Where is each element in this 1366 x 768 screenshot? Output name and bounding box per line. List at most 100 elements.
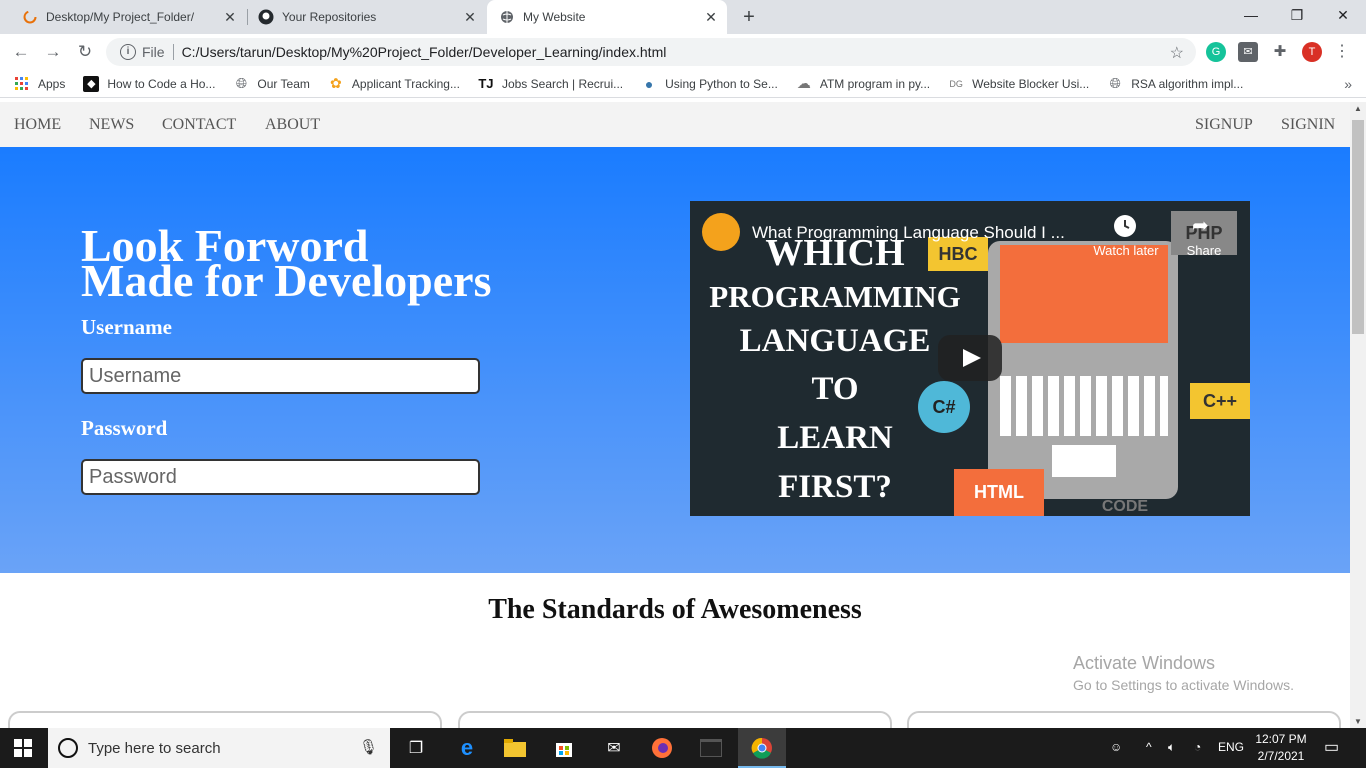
laptop-screen-illustration xyxy=(1000,245,1168,343)
window-close-icon[interactable]: ✕ xyxy=(1320,0,1366,32)
username-input[interactable] xyxy=(81,358,480,394)
browser-toolbar: ← → ↻ i File C:/Users/tarun/Desktop/My%2… xyxy=(0,34,1366,70)
nav-about[interactable]: ABOUT xyxy=(265,116,320,134)
bookmark-atm-program[interactable]: ☁ ATM program in py... xyxy=(796,75,930,92)
scrollbar-thumb[interactable] xyxy=(1352,120,1364,334)
share-label[interactable]: Share xyxy=(1176,243,1232,258)
watch-later-label[interactable]: Watch later xyxy=(1086,243,1166,258)
username-label: Username xyxy=(81,315,172,339)
apps-grid-icon xyxy=(14,76,30,92)
bookmarks-overflow-icon[interactable]: » xyxy=(1344,76,1352,92)
bookmarks-bar: Apps ◆ How to Code a Ho... 🌐︎ Our Team ✿ Ap… xyxy=(0,70,1366,98)
bookmark-label: Apps xyxy=(38,76,66,91)
tab-close-icon[interactable]: ✕ xyxy=(222,9,238,25)
tag-code: CODE xyxy=(1101,498,1149,515)
tab-project-folder[interactable]: Desktop/My Project_Folder/ ✕ xyxy=(0,0,246,34)
chrome-taskbar-active[interactable] xyxy=(738,728,786,768)
video-title[interactable]: What Programming Language Should I ... xyxy=(752,223,1065,243)
channel-avatar[interactable] xyxy=(702,213,740,251)
task-view-icon[interactable]: ❐ xyxy=(402,734,430,762)
bookmark-label: Applicant Tracking... xyxy=(351,76,460,91)
password-label: Password xyxy=(81,416,168,440)
cortana-circle-icon xyxy=(58,738,78,758)
info-icon[interactable]: i xyxy=(120,44,136,60)
edge-browser-icon[interactable]: e xyxy=(453,734,481,762)
site-navbar: HOME NEWS CONTACT ABOUT SIGNUP SIGNIN xyxy=(0,102,1350,147)
windows-taskbar: Type here to search 🎙︎ ❐ e ✉ ☺ ^ 🔈︎ ◔ EN… xyxy=(0,728,1366,768)
file-explorer-icon[interactable] xyxy=(501,734,529,762)
tab-close-icon[interactable]: ✕ xyxy=(462,9,478,25)
bookmark-jobs-search[interactable]: TJ Jobs Search | Recrui... xyxy=(478,76,623,92)
activate-windows-title: Activate Windows xyxy=(1073,653,1216,673)
extension-screenshot-icon[interactable]: ✉ xyxy=(1238,42,1258,62)
scroll-down-arrow-icon[interactable]: ▼ xyxy=(1354,717,1362,726)
new-tab-plus-icon[interactable]: + xyxy=(738,6,760,28)
bookmark-website-blocker[interactable]: DG Website Blocker Usi... xyxy=(948,76,1089,92)
address-bar[interactable]: i File C:/Users/tarun/Desktop/My%20Proje… xyxy=(106,38,1196,66)
taskbar-search-box[interactable]: Type here to search 🎙︎ xyxy=(48,728,390,768)
scroll-up-arrow-icon[interactable]: ▲ xyxy=(1354,104,1362,113)
firefox-icon[interactable] xyxy=(648,734,676,762)
nav-home[interactable]: HOME xyxy=(14,116,61,134)
language-indicator[interactable]: ENG xyxy=(1218,740,1244,754)
thumb-line-learn: LEARN xyxy=(777,420,893,456)
forward-arrow-icon[interactable]: → xyxy=(41,40,65,64)
hero-section: Look Forword Made for Developers Usernam… xyxy=(0,147,1350,573)
microphone-icon[interactable]: 🎙︎ xyxy=(359,738,378,756)
bookmark-rsa-algorithm[interactable]: 🌐︎ RSA algorithm impl... xyxy=(1107,75,1244,92)
web-page: HOME NEWS CONTACT ABOUT SIGNUP SIGNIN Lo… xyxy=(0,102,1350,728)
github-icon xyxy=(258,9,274,25)
nav-signup[interactable]: SIGNUP xyxy=(1195,116,1253,134)
show-hidden-icons-chevron-icon[interactable]: ^ xyxy=(1146,740,1152,754)
menu-kebab-icon[interactable]: ⋮ xyxy=(1332,42,1352,62)
codepen-icon: ◆ xyxy=(83,75,100,92)
bookmark-how-to-code[interactable]: ◆ How to Code a Ho... xyxy=(83,75,215,92)
bookmark-using-python[interactable]: ● Using Python to Se... xyxy=(641,76,778,92)
bookmark-star-icon[interactable]: ☆ xyxy=(1170,43,1184,63)
page-scrollbar[interactable]: ▲ ▼ xyxy=(1350,102,1366,728)
tab-close-icon[interactable]: ✕ xyxy=(703,9,719,25)
bookmark-label: Our Team xyxy=(257,76,310,91)
tab-title: Desktop/My Project_Folder/ xyxy=(46,10,195,24)
mail-icon[interactable]: ✉ xyxy=(600,734,628,762)
password-input[interactable] xyxy=(81,459,480,495)
people-icon[interactable]: ☺ xyxy=(1110,740,1122,754)
extensions-puzzle-icon[interactable]: ✚ xyxy=(1270,42,1290,62)
address-divider xyxy=(172,44,174,60)
trackpad-illustration xyxy=(1052,445,1116,477)
bookmark-label: Jobs Search | Recrui... xyxy=(501,76,624,91)
notifications-icon[interactable]: ▭ xyxy=(1324,737,1339,757)
url-text[interactable]: C:/Users/tarun/Desktop/My%20Project_Fold… xyxy=(182,44,667,60)
youtube-video-embed[interactable]: HBC PHP C# C++ HTML CODE WHICH PROGRAMMI… xyxy=(690,201,1250,516)
volume-icon[interactable]: 🔈︎ xyxy=(1168,740,1175,755)
clock-icon[interactable] xyxy=(1114,215,1136,237)
tab-my-website[interactable]: My Website ✕ xyxy=(487,0,727,34)
profile-avatar[interactable]: T xyxy=(1302,42,1322,62)
thumb-line-first: FIRST? xyxy=(778,469,892,505)
activate-windows-subtitle: Go to Settings to activate Windows. xyxy=(1073,677,1294,693)
thumb-line-language: LANGUAGE xyxy=(739,323,931,359)
restore-icon[interactable]: ❐ xyxy=(1274,0,1320,32)
play-button-icon[interactable] xyxy=(938,335,1002,381)
nav-signin[interactable]: SIGNIN xyxy=(1281,116,1335,134)
nav-news[interactable]: NEWS xyxy=(89,116,134,134)
share-arrow-icon[interactable]: ➦ xyxy=(1192,213,1216,237)
tab-repositories[interactable]: Your Repositories ✕ xyxy=(248,0,486,34)
laptop-keyboard-illustration xyxy=(1000,376,1168,436)
minimize-icon[interactable]: — xyxy=(1228,0,1274,32)
terminal-icon[interactable] xyxy=(697,734,725,762)
bookmark-applicant-tracking[interactable]: ✿ Applicant Tracking... xyxy=(328,75,460,92)
grammarly-icon[interactable]: G xyxy=(1206,42,1226,62)
microsoft-store-icon[interactable] xyxy=(550,734,578,762)
windows-start-icon[interactable] xyxy=(14,739,32,757)
bookmark-apps[interactable]: Apps xyxy=(14,76,65,92)
bookmark-our-team[interactable]: 🌐︎ Our Team xyxy=(233,75,310,92)
tab-title: Your Repositories xyxy=(282,10,377,24)
reload-icon[interactable]: ↻ xyxy=(73,40,97,64)
back-arrow-icon[interactable]: ← xyxy=(9,40,33,64)
nav-contact[interactable]: CONTACT xyxy=(162,116,236,134)
taskbar-clock[interactable]: 12:07 PM 2/7/2021 xyxy=(1250,731,1312,765)
wifi-icon[interactable]: ◔ xyxy=(1194,740,1201,754)
python-icon: ● xyxy=(644,75,654,92)
bookmark-label: RSA algorithm impl... xyxy=(1131,76,1244,91)
